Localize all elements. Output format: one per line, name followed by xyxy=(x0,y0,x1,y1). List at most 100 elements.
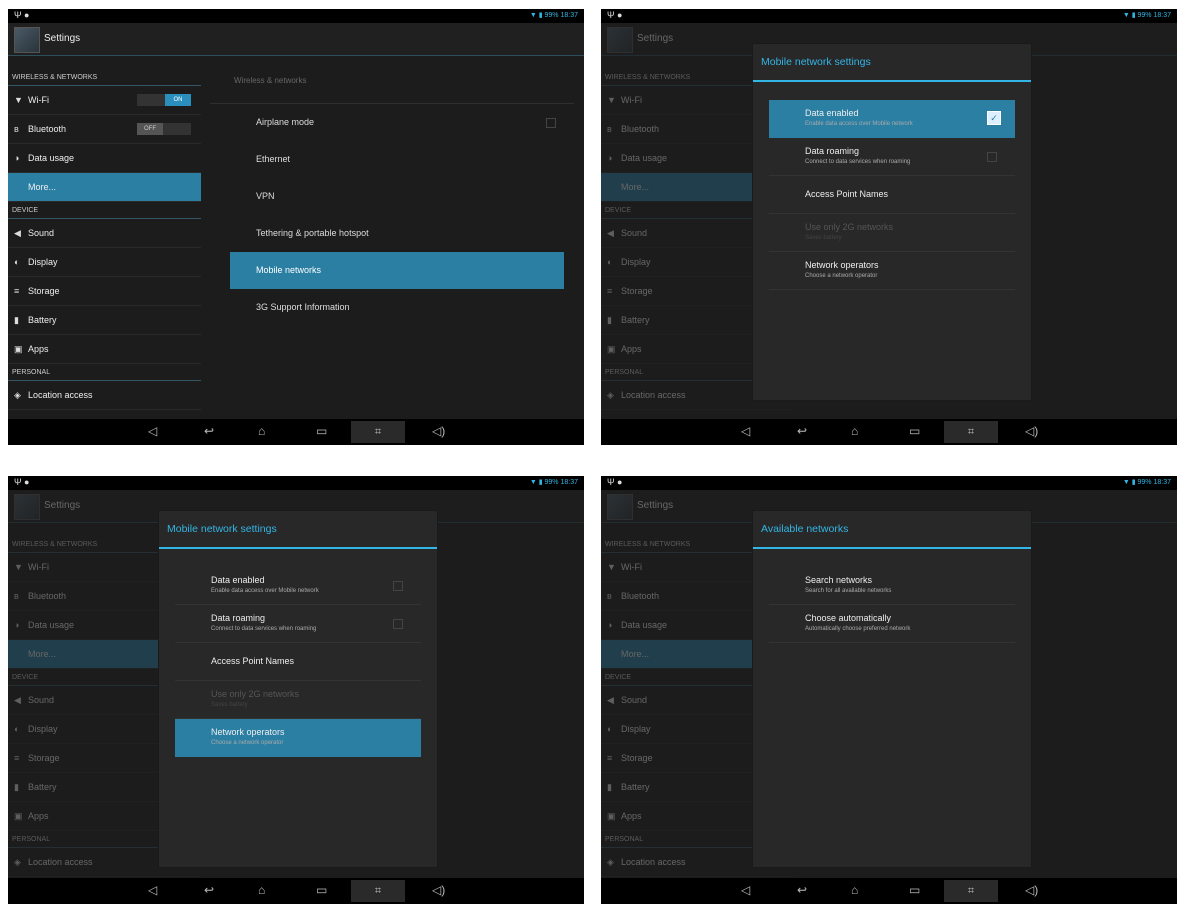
volume-up-icon[interactable]: ◁) xyxy=(432,883,445,897)
recents-icon[interactable]: ▭ xyxy=(909,883,920,897)
apps-icon: ▣ xyxy=(14,344,23,354)
screenshot-icon[interactable]: ⌗ xyxy=(944,421,998,443)
sidebar-item-display[interactable]: ◐ Display xyxy=(8,248,201,277)
nav-bar: ◁ ↩ ⌂ ▭ ⌗ ◁) xyxy=(8,878,584,904)
recents-icon[interactable]: ▭ xyxy=(316,424,327,438)
home-icon[interactable]: ⌂ xyxy=(851,883,858,897)
home-icon[interactable]: ⌂ xyxy=(258,883,265,897)
sidebar-item-location[interactable]: ◈ Location access xyxy=(8,381,201,410)
dialog-title: Mobile network settings xyxy=(159,511,437,549)
battery-icon: ▮ xyxy=(607,315,612,325)
settings-app-icon[interactable] xyxy=(14,27,40,53)
display-icon: ◐ xyxy=(14,724,20,734)
data-enabled-checkbox[interactable]: ✓ xyxy=(987,111,1001,125)
status-bar: Ψ ● ▼ ▮ 99% 18:37 xyxy=(601,9,1177,23)
wifi-icon: ▼ xyxy=(607,562,616,572)
settings-app-icon xyxy=(14,494,40,520)
storage-icon: ≡ xyxy=(607,286,613,296)
data-enabled-checkbox[interactable] xyxy=(393,581,403,591)
sidebar-item-data-usage[interactable]: ◑ Data usage xyxy=(8,144,201,173)
available-networks-dialog: Available networks Search networks Searc… xyxy=(752,510,1032,868)
data-roaming-item[interactable]: Data roaming Connect to data services wh… xyxy=(769,138,1015,176)
volume-down-icon[interactable]: ◁ xyxy=(741,883,750,897)
sidebar-item-sound[interactable]: ◀ Sound xyxy=(8,219,201,248)
volume-down-icon[interactable]: ◁ xyxy=(148,424,157,438)
network-operators-item[interactable]: Network operators Choose a network opera… xyxy=(769,252,1015,290)
volume-up-icon[interactable]: ◁) xyxy=(432,424,445,438)
status-bar: Ψ ● ▼ ▮ 99% 18:37 xyxy=(8,476,584,490)
sound-icon: ◀ xyxy=(607,695,614,705)
item-3g-support[interactable]: 3G Support Information xyxy=(210,289,574,326)
wifi-toggle[interactable]: ON xyxy=(137,94,191,106)
status-left: Ψ ● xyxy=(14,10,30,20)
location-icon: ◈ xyxy=(607,857,614,867)
battery-icon: ▮ xyxy=(607,782,612,792)
data-enabled-item[interactable]: Data enabled Enable data access over Mob… xyxy=(769,100,1015,138)
recents-icon[interactable]: ▭ xyxy=(909,424,920,438)
screen-mobile-settings-data-enabled: Ψ ● ▼ ▮ 99% 18:37 Settings WIRELESS & NE… xyxy=(601,9,1177,445)
screenshot-icon[interactable]: ⌗ xyxy=(351,880,405,902)
sound-icon: ◀ xyxy=(607,228,614,238)
recents-icon[interactable]: ▭ xyxy=(316,883,327,897)
data-roaming-item[interactable]: Data roaming Connect to data services wh… xyxy=(175,605,421,643)
bluetooth-icon: ʙ xyxy=(607,591,612,601)
data-enabled-item[interactable]: Data enabled Enable data access over Mob… xyxy=(175,567,421,605)
choose-automatically-item[interactable]: Choose automatically Automatically choos… xyxy=(769,605,1015,643)
battery-icon: ▮ xyxy=(14,782,19,792)
location-icon: ◈ xyxy=(14,857,21,867)
wifi-icon: ▼ xyxy=(607,95,616,105)
home-icon[interactable]: ⌂ xyxy=(258,424,265,438)
back-icon[interactable]: ↩ xyxy=(204,883,214,897)
sound-icon: ◀ xyxy=(14,228,21,238)
nav-bar: ◁ ↩ ⌂ ▭ ⌗ ◁) xyxy=(8,419,584,445)
back-icon[interactable]: ↩ xyxy=(797,424,807,438)
display-icon: ◐ xyxy=(14,257,20,267)
apps-icon: ▣ xyxy=(14,811,23,821)
display-icon: ◐ xyxy=(607,724,613,734)
data-roaming-checkbox[interactable] xyxy=(987,152,997,162)
volume-up-icon[interactable]: ◁) xyxy=(1025,883,1038,897)
volume-down-icon[interactable]: ◁ xyxy=(148,883,157,897)
item-vpn[interactable]: VPN xyxy=(210,178,574,215)
status-bar: Ψ ● ▼ ▮ 99% 18:37 xyxy=(601,476,1177,490)
back-icon[interactable]: ↩ xyxy=(204,424,214,438)
dialog-title: Available networks xyxy=(753,511,1031,549)
screen-mobile-settings-operators: Ψ ● ▼ ▮ 99% 18:37 Settings WIRELESS & NE… xyxy=(8,476,584,904)
search-networks-item[interactable]: Search networks Search for all available… xyxy=(769,567,1015,605)
item-mobile-networks[interactable]: Mobile networks xyxy=(230,252,564,289)
data-roaming-checkbox[interactable] xyxy=(393,619,403,629)
battery-icon: ▮ xyxy=(14,315,19,325)
storage-icon: ≡ xyxy=(14,286,20,296)
item-tethering[interactable]: Tethering & portable hotspot xyxy=(210,215,574,252)
back-icon[interactable]: ↩ xyxy=(797,883,807,897)
item-airplane-mode[interactable]: Airplane mode xyxy=(210,104,574,141)
storage-icon: ≡ xyxy=(607,753,613,763)
dialog-title: Mobile network settings xyxy=(753,44,1031,82)
mobile-network-dialog: Mobile network settings Data enabled Ena… xyxy=(752,43,1032,401)
airplane-checkbox[interactable] xyxy=(546,118,556,128)
screenshot-icon[interactable]: ⌗ xyxy=(944,880,998,902)
home-icon[interactable]: ⌂ xyxy=(851,424,858,438)
apn-item[interactable]: Access Point Names xyxy=(175,643,421,681)
screenshot-icon[interactable]: ⌗ xyxy=(351,421,405,443)
volume-down-icon[interactable]: ◁ xyxy=(741,424,750,438)
sidebar-item-more[interactable]: More... xyxy=(8,173,201,202)
sidebar-item-storage[interactable]: ≡ Storage xyxy=(8,277,201,306)
network-operators-item[interactable]: Network operators Choose a network opera… xyxy=(175,719,421,757)
bluetooth-icon: ʙ xyxy=(607,124,612,134)
apn-item[interactable]: Access Point Names xyxy=(769,176,1015,214)
volume-up-icon[interactable]: ◁) xyxy=(1025,424,1038,438)
bluetooth-toggle[interactable]: OFF xyxy=(137,123,191,135)
screen-available-networks: Ψ ● ▼ ▮ 99% 18:37 Settings WIRELESS & NE… xyxy=(601,476,1177,904)
sidebar-item-wifi[interactable]: ▼ Wi-Fi ON xyxy=(8,86,201,115)
nav-bar: ◁ ↩ ⌂ ▭ ⌗ ◁) xyxy=(601,419,1177,445)
sidebar-item-battery[interactable]: ▮ Battery xyxy=(8,306,201,335)
data-usage-icon: ◑ xyxy=(607,620,613,630)
wireless-panel: Wireless & networks Airplane mode Ethern… xyxy=(210,59,574,326)
item-ethernet[interactable]: Ethernet xyxy=(210,141,574,178)
storage-icon: ≡ xyxy=(14,753,20,763)
sidebar-item-apps[interactable]: ▣ Apps xyxy=(8,335,201,364)
sidebar-item-bluetooth[interactable]: ʙ Bluetooth OFF xyxy=(8,115,201,144)
apps-icon: ▣ xyxy=(607,811,616,821)
data-usage-icon: ◑ xyxy=(14,620,20,630)
